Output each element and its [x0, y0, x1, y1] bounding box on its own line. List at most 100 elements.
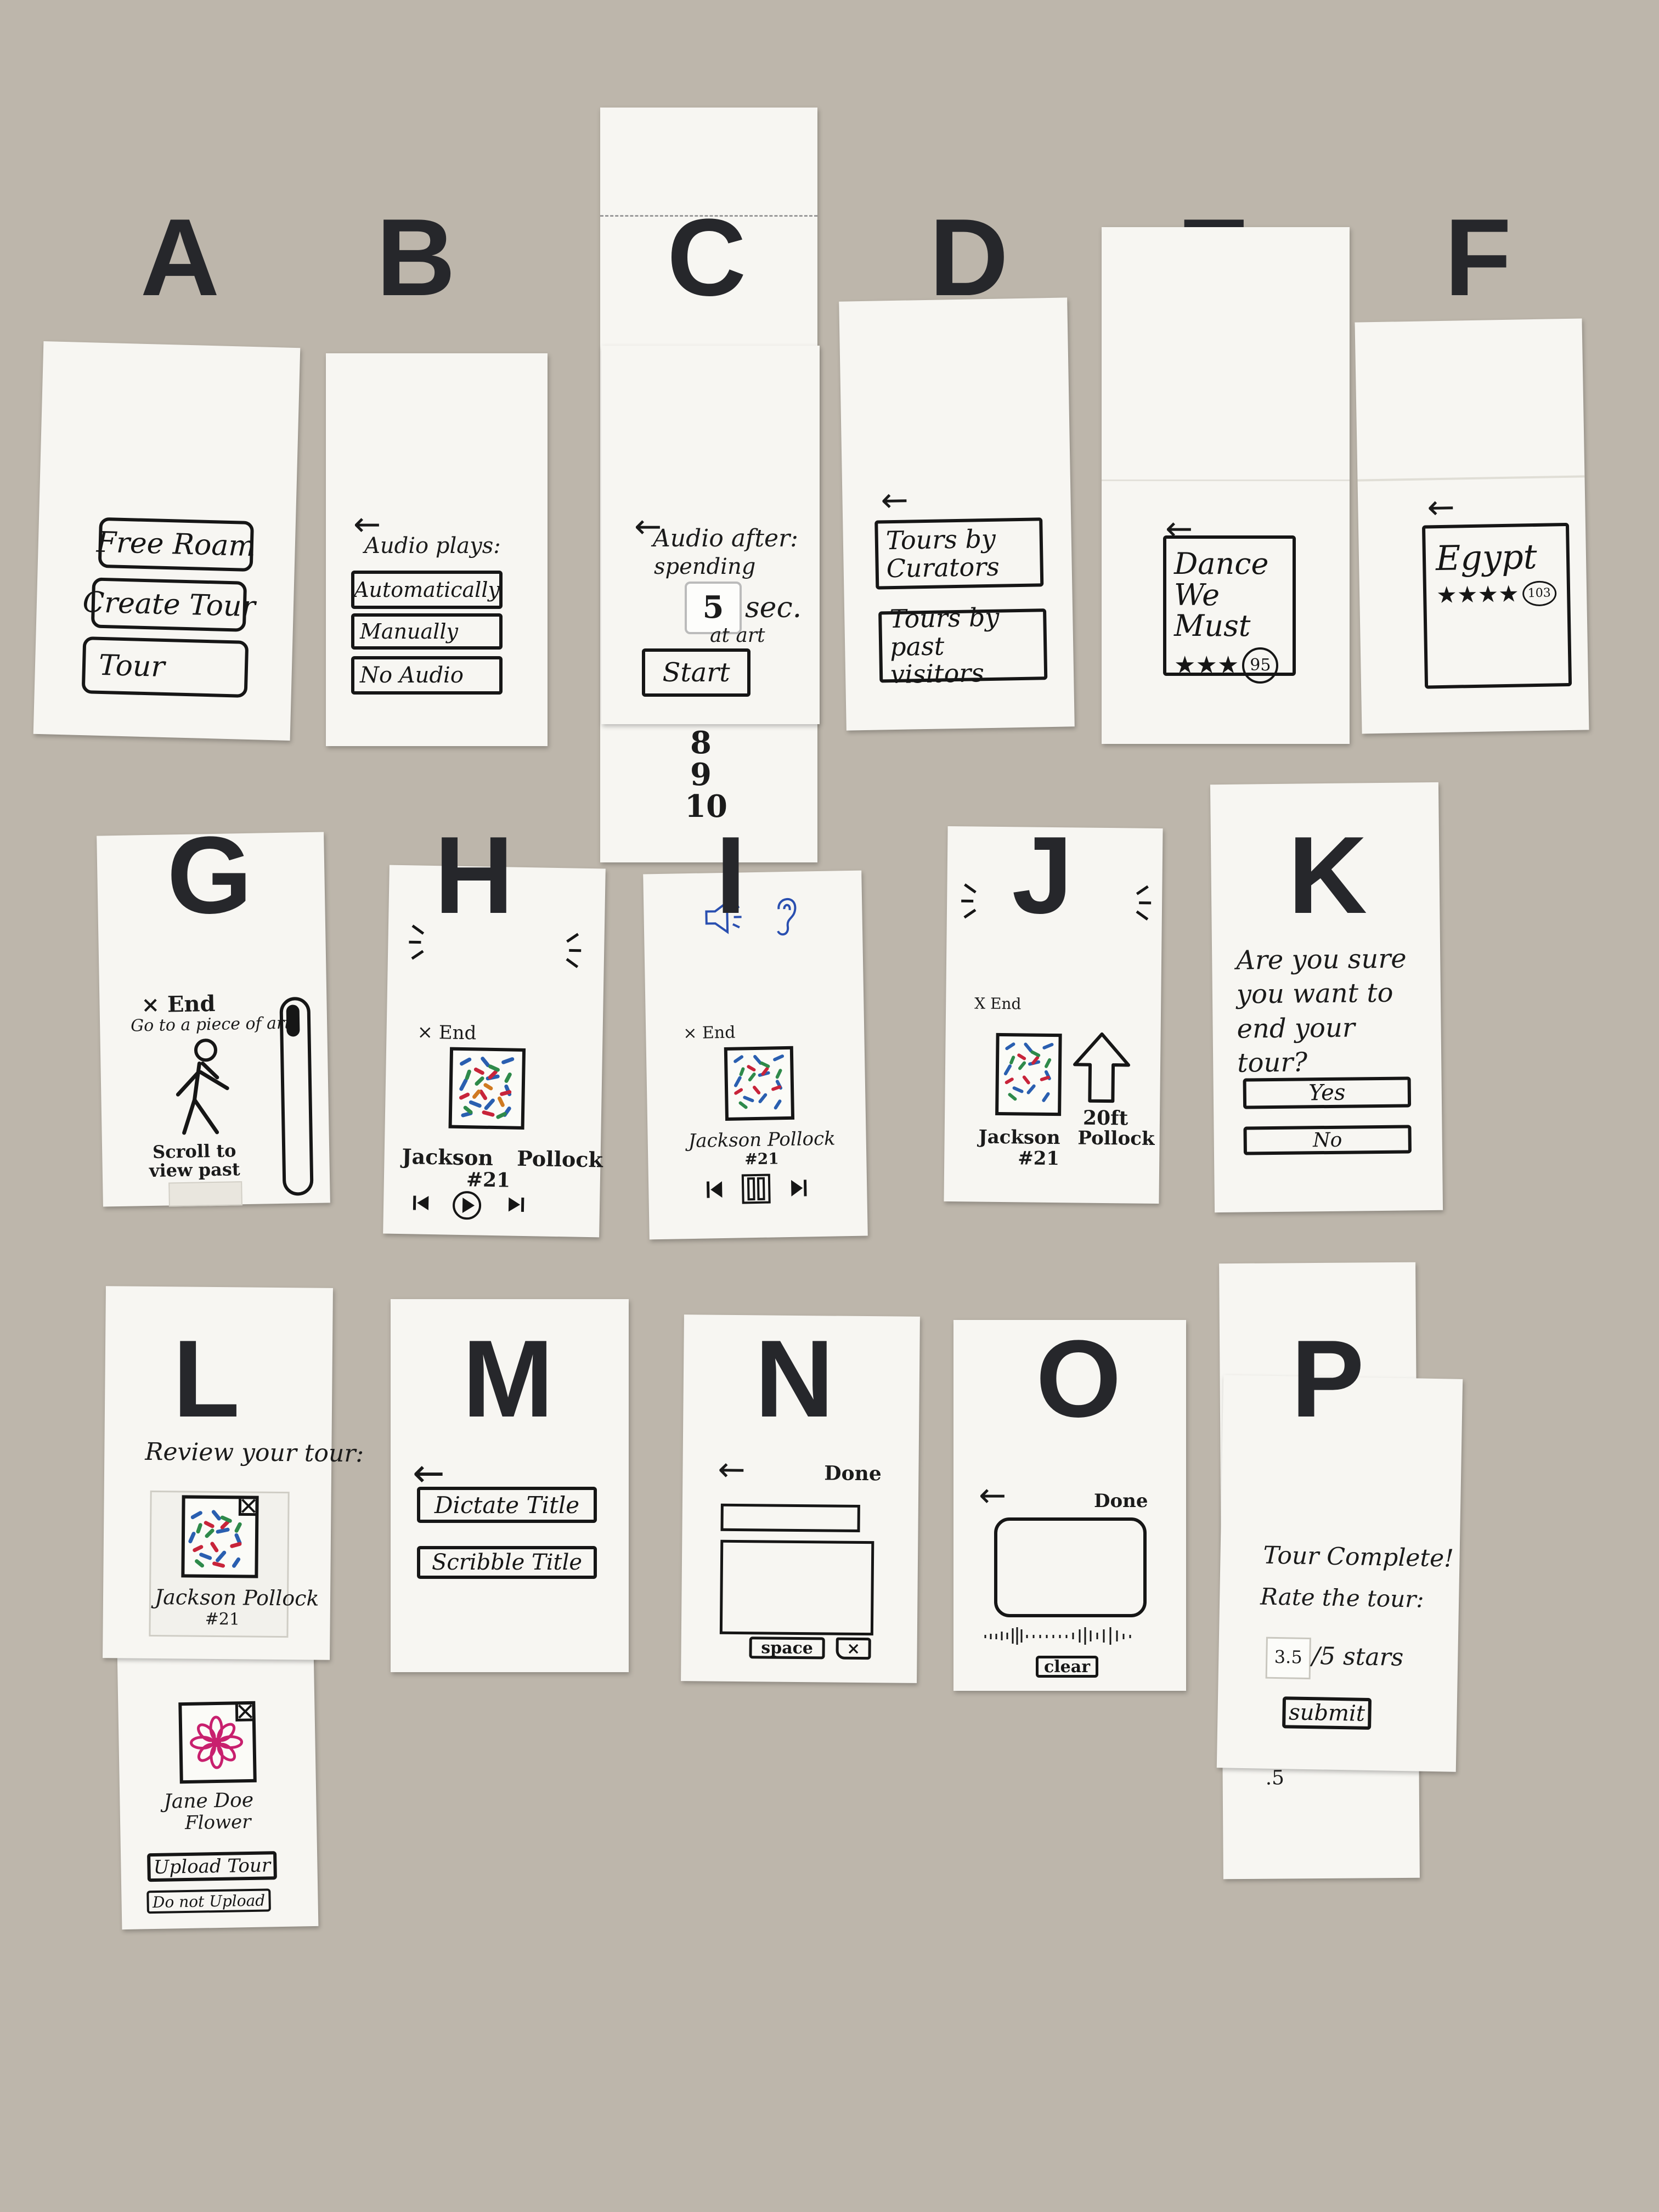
tape-tab: [168, 1181, 242, 1207]
rating-picker[interactable]: 3.5: [1265, 1637, 1311, 1680]
audio-waveform: [984, 1627, 1131, 1645]
do-not-upload-button[interactable]: Do not Upload: [146, 1888, 271, 1914]
tour-card[interactable]: Dance We Must ★★★ 95: [1163, 535, 1296, 684]
label-f: F: [1444, 196, 1512, 319]
no-audio-option[interactable]: No Audio: [351, 656, 503, 695]
end-tour-button[interactable]: × End: [683, 1023, 736, 1043]
star-icons: ★★★: [1174, 651, 1239, 679]
back-arrow-icon[interactable]: ←: [718, 1451, 746, 1489]
tour-title: Dance We Must: [1174, 546, 1269, 644]
direction-arrow-icon: [1073, 1032, 1131, 1103]
label-p: P: [1291, 1318, 1364, 1440]
label-h: H: [434, 814, 514, 936]
sec-label: sec.: [745, 591, 802, 624]
artwork-number: #21: [205, 1609, 240, 1629]
stars-suffix: /5 stars: [1311, 1642, 1404, 1672]
distance-label: 20ft: [1082, 1106, 1128, 1130]
tours-by-visitors-button[interactable]: Tours by past visitors: [878, 602, 1048, 689]
previous-track-icon[interactable]: [706, 1180, 724, 1199]
label-a: A: [140, 196, 220, 319]
tour-card[interactable]: Egypt ★★★★ 103: [1421, 522, 1572, 689]
screen-l-lower-strip: Jane Doe Flower Upload Tour Do not Uploa…: [117, 1647, 319, 1930]
free-roam-button[interactable]: Free Roam: [96, 517, 256, 572]
artist-name: Jane Doe: [163, 1788, 254, 1813]
artwork-thumbnail[interactable]: [448, 1047, 526, 1130]
screen-c-audio-delay: ← Audio after: spending 5 sec. at art St…: [601, 346, 820, 724]
audio-plays-heading: Audio plays:: [364, 533, 501, 558]
end-tour-button[interactable]: X End: [974, 994, 1022, 1013]
artwork-number: #21: [1018, 1147, 1060, 1170]
play-icon[interactable]: [452, 1190, 483, 1221]
prototype-board: { "labels": {"a":"A","b":"B","c":"C","d"…: [0, 0, 1659, 2212]
space-key[interactable]: space: [749, 1637, 825, 1660]
vibration-left-icon: [961, 883, 977, 919]
screen-f-tour-detail: ← Egypt ★★★★ 103: [1355, 318, 1589, 734]
artist-name: Jackson Pollock: [154, 1585, 319, 1611]
artwork-thumbnail[interactable]: [181, 1495, 259, 1578]
screen-d-tour-types: ← Tours by Curators Tours by past visito…: [839, 297, 1075, 731]
vibration-right-icon: [566, 933, 582, 968]
artwork-thumbnail[interactable]: [724, 1046, 795, 1121]
delete-key[interactable]: ×: [836, 1637, 871, 1660]
vibration-right-icon: [1136, 885, 1152, 921]
manually-option[interactable]: Manually: [351, 613, 503, 650]
done-button[interactable]: Done: [824, 1462, 882, 1485]
label-d: D: [929, 196, 1009, 319]
label-n: N: [754, 1318, 834, 1440]
pause-icon[interactable]: [741, 1173, 772, 1205]
rating-value: 3.5: [1274, 1646, 1303, 1668]
fold-line: [1357, 475, 1585, 482]
star-icons: ★★★★: [1436, 580, 1520, 609]
done-button[interactable]: Done: [1094, 1490, 1148, 1512]
scribble-canvas[interactable]: [994, 1517, 1147, 1617]
label-l: L: [172, 1318, 240, 1440]
tour-title: Egypt: [1435, 536, 1538, 579]
tour-complete-heading: Tour Complete!: [1263, 1541, 1454, 1573]
seconds-option[interactable]: 8: [690, 727, 712, 758]
submit-button[interactable]: submit: [1282, 1696, 1372, 1730]
walking-person-icon: [176, 1039, 229, 1135]
tours-by-curators-button[interactable]: Tours by Curators: [874, 517, 1044, 590]
scroll-thumb[interactable]: [286, 1005, 300, 1037]
rate-prompt: Rate the tour:: [1260, 1583, 1424, 1613]
create-tour-button[interactable]: Create Tour: [82, 577, 256, 632]
back-arrow-icon[interactable]: ←: [881, 481, 909, 520]
end-tour-button[interactable]: × End: [141, 991, 216, 1018]
next-track-icon[interactable]: [507, 1196, 526, 1213]
back-arrow-icon[interactable]: ←: [1427, 488, 1455, 527]
end-tour-question: Are you sure you want to end your tour?: [1235, 943, 1407, 1079]
label-g: G: [167, 814, 252, 936]
rating-option[interactable]: .5: [1265, 1767, 1284, 1789]
previous-track-icon[interactable]: [412, 1194, 430, 1211]
automatically-option[interactable]: Automatically: [351, 571, 503, 609]
yes-button[interactable]: Yes: [1243, 1076, 1412, 1109]
fold-line: [1102, 479, 1350, 481]
upload-tour-button[interactable]: Upload Tour: [147, 1851, 277, 1882]
spending-label: spending: [654, 554, 756, 579]
next-track-icon[interactable]: [790, 1178, 808, 1198]
seconds-option[interactable]: 9: [690, 759, 712, 790]
title-input[interactable]: [720, 1503, 860, 1532]
tour-button[interactable]: Tour: [81, 636, 249, 698]
clear-button[interactable]: clear: [1036, 1656, 1098, 1678]
transcript-area[interactable]: [719, 1539, 874, 1636]
artwork-thumbnail[interactable]: [995, 1032, 1062, 1116]
review-heading-line1: Review your tour:: [145, 1437, 364, 1468]
back-arrow-icon[interactable]: ←: [979, 1479, 1006, 1512]
audio-after-label: Audio after:: [653, 524, 798, 552]
label-o: O: [1036, 1318, 1121, 1440]
no-button[interactable]: No: [1243, 1125, 1412, 1155]
dictate-title-button[interactable]: Dictate Title: [417, 1487, 597, 1523]
artist-name: Jackson Pollock: [402, 1144, 603, 1172]
artwork-title: Flower: [184, 1810, 251, 1835]
scroll-track[interactable]: [279, 996, 314, 1196]
label-b: B: [376, 196, 456, 319]
artwork-number: #21: [744, 1149, 780, 1169]
end-tour-button[interactable]: × End: [417, 1022, 476, 1045]
review-count-badge: 95: [1242, 647, 1279, 684]
at-art-label: at art: [710, 624, 765, 647]
start-button[interactable]: Start: [642, 648, 751, 697]
artist-name: Jackson Pollock: [688, 1127, 836, 1153]
scribble-title-button[interactable]: Scribble Title: [417, 1546, 597, 1579]
artwork-thumbnail-flower[interactable]: [178, 1701, 257, 1784]
